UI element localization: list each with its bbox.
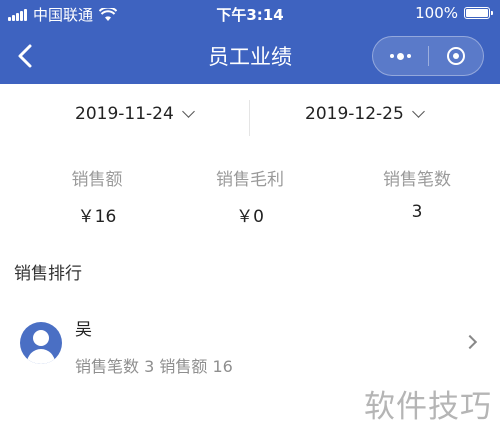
close-target-icon — [446, 47, 465, 65]
stats-summary: 销售额 ￥16 销售毛利 ￥0 销售笔数 3 — [0, 165, 500, 235]
chevron-right-icon — [462, 334, 478, 350]
stat-label: 销售额 — [71, 170, 123, 190]
stat-value: ￥0 — [236, 207, 264, 227]
avatar-body — [27, 349, 55, 364]
date-divider — [249, 100, 250, 136]
end-date-picker[interactable]: 2019-12-25 — [305, 104, 425, 124]
section-title-ranking: 销售排行 — [14, 264, 82, 284]
watermark: 软件技巧 — [364, 389, 492, 425]
stat-value: ￥16 — [77, 207, 117, 227]
nav-bar: 员工业绩 — [0, 28, 500, 84]
list-item[interactable]: 吴 销售笔数 3 销售额 16 — [0, 300, 500, 388]
battery-fill — [466, 9, 488, 17]
stat-gross-profit: 销售毛利 ￥0 — [170, 165, 330, 227]
battery-percent: 100% — [415, 4, 458, 22]
status-bar: 中国联通 下午3:14 100% — [0, 0, 500, 28]
stat-sales-count: 销售笔数 3 — [337, 165, 497, 222]
battery-icon — [464, 7, 493, 19]
avatar — [20, 322, 62, 364]
chevron-down-icon — [411, 105, 425, 118]
end-date-label: 2019-12-25 — [305, 104, 404, 124]
start-date-label: 2019-11-24 — [75, 104, 174, 124]
stat-sales-amount: 销售额 ￥16 — [17, 165, 177, 227]
start-date-picker[interactable]: 2019-11-24 — [75, 104, 195, 124]
avatar-head — [33, 330, 49, 346]
chevron-down-icon — [181, 105, 195, 118]
mini-program-capsule — [372, 36, 484, 76]
date-range-bar: 2019-11-24 2019-12-25 — [0, 84, 500, 150]
close-button[interactable] — [429, 37, 484, 75]
stat-label: 销售毛利 — [216, 170, 284, 190]
more-dots-icon — [389, 52, 411, 60]
more-button[interactable] — [373, 37, 428, 75]
status-right: 100% — [415, 4, 493, 22]
stat-label: 销售笔数 — [383, 170, 451, 190]
employee-name: 吴 — [75, 320, 92, 340]
stat-value: 3 — [411, 202, 423, 222]
employee-summary: 销售笔数 3 销售额 16 — [75, 357, 233, 376]
